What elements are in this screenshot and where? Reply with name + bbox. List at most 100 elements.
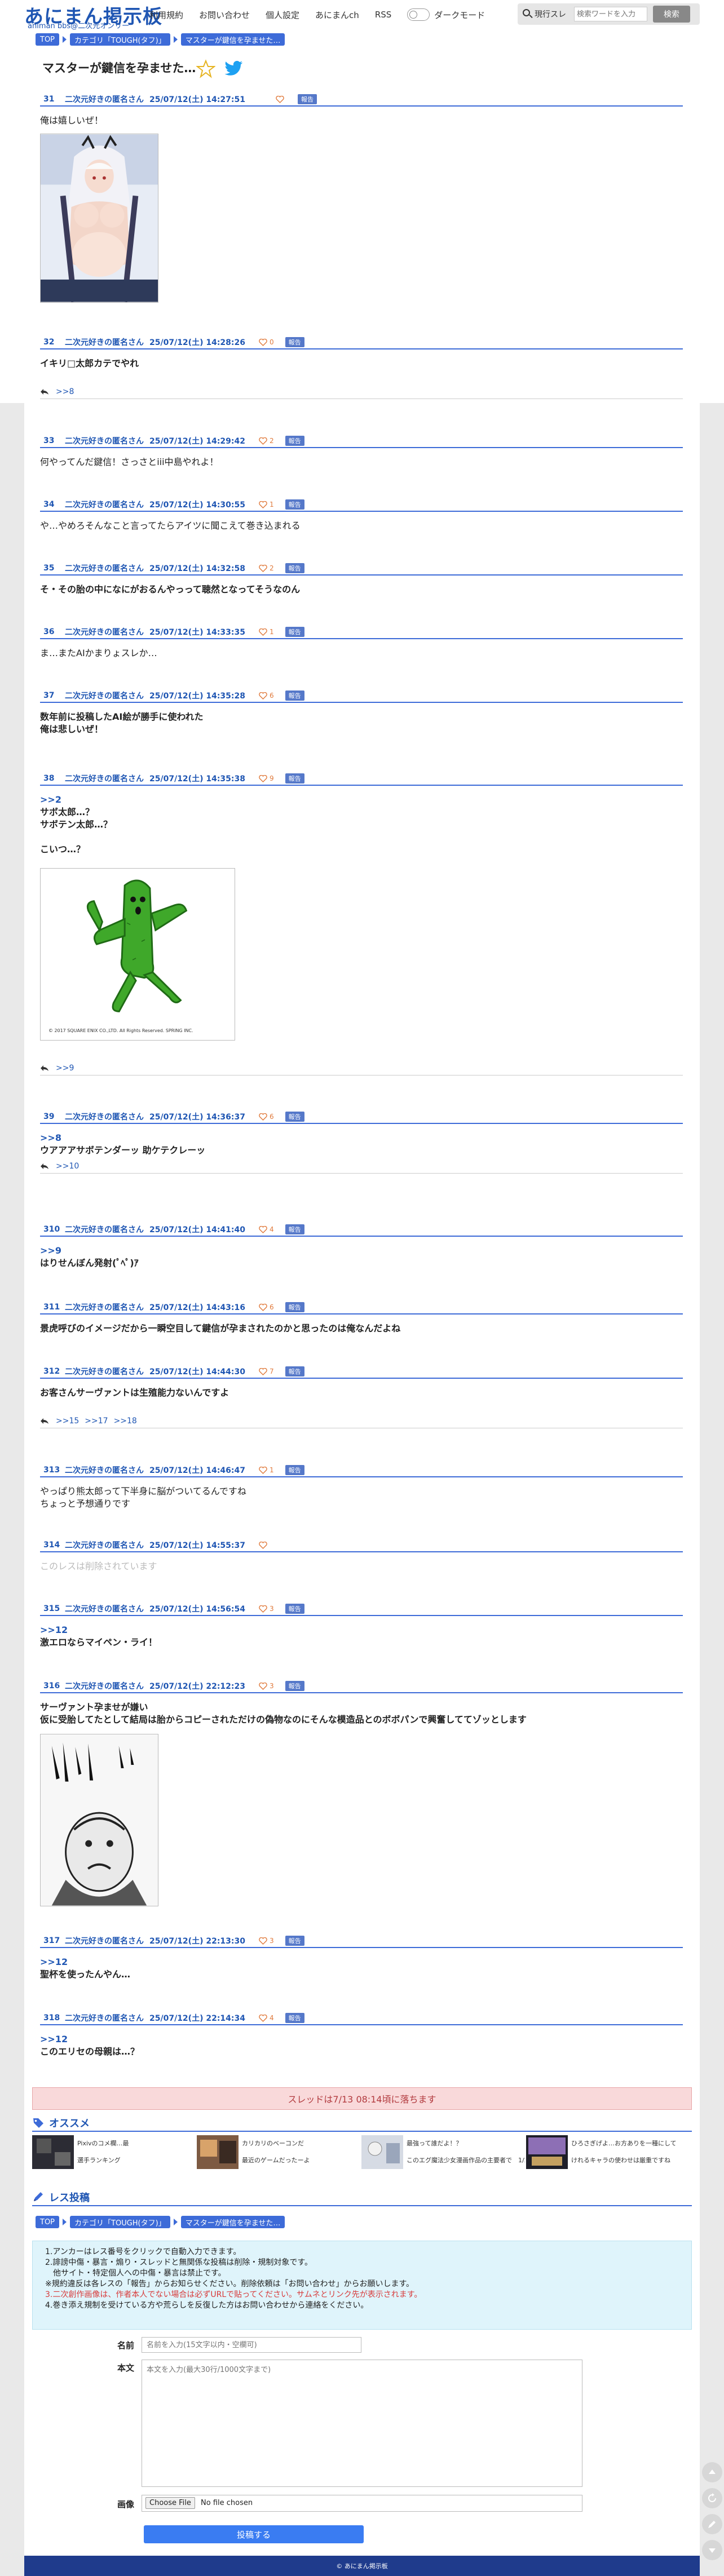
breadcrumb-category[interactable]: カテゴリ「TOUGH(タフ)」 (70, 33, 170, 46)
report-button[interactable]: 報告 (285, 2013, 304, 2023)
like-button[interactable]: 3 (259, 1682, 274, 1690)
breadcrumb-top[interactable]: TOP (36, 33, 60, 46)
reload-button[interactable] (702, 2488, 722, 2508)
post-number[interactable]: 316 (40, 1681, 65, 1690)
report-button[interactable]: 報告 (285, 563, 304, 573)
post-image[interactable] (40, 134, 158, 303)
search-input[interactable] (574, 7, 647, 21)
like-button[interactable]: 1 (259, 1466, 274, 1474)
recommend-item[interactable]: 最強って誰だよ！？ このエグ魔法少女漫画作品の主要者で 1/2 3話 (361, 2135, 526, 2169)
breadcrumb-top[interactable]: TOP (36, 2216, 60, 2228)
breadcrumb-thread[interactable]: マスターが鍵信を孕ませた… (180, 2216, 285, 2228)
report-button[interactable]: 報告 (285, 436, 304, 446)
breadcrumb-category[interactable]: カテゴリ「TOUGH(タフ)」 (70, 2216, 170, 2228)
post-number[interactable]: 32 (40, 338, 65, 347)
like-button[interactable]: 6 (259, 1113, 274, 1121)
post-number[interactable]: 317 (40, 1936, 65, 1945)
report-button[interactable]: 報告 (285, 1604, 304, 1614)
post-number[interactable]: 313 (40, 1466, 65, 1475)
report-button[interactable]: 報告 (285, 1112, 304, 1122)
post-number[interactable]: 311 (40, 1303, 65, 1312)
post-number[interactable]: 35 (40, 564, 65, 573)
report-button[interactable]: 報告 (285, 1465, 304, 1475)
scroll-top-button[interactable] (702, 2462, 722, 2482)
report-button[interactable]: 報告 (285, 627, 304, 637)
post-number[interactable]: 38 (40, 774, 65, 783)
reply-link[interactable]: >>9 (56, 1064, 74, 1073)
post-number[interactable]: 312 (40, 1367, 65, 1376)
recommend-item[interactable]: カリカリのベーコンだ 最近のゲームだったーよ (197, 2135, 361, 2169)
post-number[interactable]: 39 (40, 1112, 65, 1121)
search-scope-select[interactable]: 現行スレ (535, 8, 574, 20)
post-number[interactable]: 37 (40, 691, 65, 700)
like-button[interactable]: 2 (259, 564, 274, 572)
reply-link[interactable]: >>15 (56, 1417, 79, 1426)
like-button[interactable] (259, 1541, 270, 1549)
post-number[interactable]: 34 (40, 500, 65, 509)
like-button[interactable]: 0 (259, 338, 274, 346)
site-logo[interactable]: あにまん掲示板 animan bbs@二次元オンリー (24, 1, 162, 30)
dark-mode-toggle[interactable] (407, 8, 430, 21)
like-button[interactable]: 4 (259, 1225, 274, 1233)
like-button[interactable]: 1 (259, 501, 274, 508)
breadcrumb-thread[interactable]: マスターが鍵信を孕ませた… (180, 33, 285, 46)
anchor-link[interactable]: >>12 (40, 1956, 683, 1968)
like-button[interactable]: 3 (259, 1937, 274, 1945)
anchor-link[interactable]: >>12 (40, 2033, 683, 2046)
name-input[interactable] (142, 2337, 361, 2353)
reply-link[interactable]: >>18 (114, 1417, 137, 1426)
report-button[interactable]: 報告 (285, 337, 304, 347)
report-button[interactable]: 報告 (285, 691, 304, 701)
like-button[interactable]: 4 (259, 2014, 274, 2022)
post-number[interactable]: 310 (40, 1225, 65, 1234)
search-button[interactable]: 検索 (653, 6, 690, 23)
report-button[interactable]: 報告 (285, 1366, 304, 1376)
post-number[interactable]: 314 (40, 1541, 65, 1550)
post-number[interactable]: 36 (40, 627, 65, 636)
like-button[interactable]: 2 (259, 437, 274, 445)
report-button[interactable]: 報告 (285, 499, 304, 510)
report-button[interactable]: 報告 (285, 773, 304, 784)
report-button[interactable]: 報告 (285, 1302, 304, 1312)
report-button[interactable]: 報告 (298, 94, 317, 104)
choose-file-button[interactable]: Choose File (145, 2497, 195, 2509)
main-nav: 利用規約 お問い合わせ 個人設定 あにまんch RSS ダークモード (149, 8, 485, 21)
anchor-link[interactable]: >>12 (40, 1624, 683, 1636)
twitter-share-icon[interactable] (224, 60, 244, 77)
reply-link[interactable]: >>8 (56, 387, 74, 396)
post-image[interactable]: © 2017 SQUARE ENIX CO.,LTD. All Rights R… (40, 868, 235, 1041)
anchor-link[interactable]: >>8 (40, 1132, 683, 1144)
like-button[interactable]: 3 (259, 1605, 274, 1613)
report-button[interactable]: 報告 (285, 1681, 304, 1691)
recommend-item[interactable]: Pixivのコメ欄…最 選手ランキング (32, 2135, 197, 2169)
reply-link[interactable]: >>10 (56, 1162, 79, 1171)
image-file-input[interactable]: Choose File No file chosen (142, 2495, 582, 2512)
nav-terms[interactable]: 利用規約 (149, 9, 183, 21)
favorite-star-icon[interactable] (196, 59, 215, 78)
nav-rss[interactable]: RSS (375, 10, 391, 20)
reply-link[interactable]: >>17 (85, 1417, 108, 1426)
post-number[interactable]: 315 (40, 1604, 65, 1613)
recommend-item[interactable]: ひろさぎげよ…お方ありを一種にして けれるキャラの使わせは厳重ですね (526, 2135, 691, 2169)
anchor-link[interactable]: >>9 (40, 1245, 683, 1257)
report-button[interactable]: 報告 (285, 1224, 304, 1234)
like-button[interactable]: 6 (259, 1303, 274, 1311)
post-image[interactable] (40, 1734, 158, 1906)
like-button[interactable]: 9 (259, 774, 274, 782)
body-textarea[interactable] (142, 2360, 582, 2487)
like-button[interactable]: 6 (259, 692, 274, 700)
post-number[interactable]: 31 (40, 95, 65, 104)
like-button[interactable]: 7 (259, 1367, 274, 1375)
anchor-link[interactable]: >>2 (40, 794, 683, 806)
post-number[interactable]: 33 (40, 436, 65, 445)
write-button[interactable] (702, 2514, 722, 2534)
like-button[interactable]: 1 (259, 628, 274, 636)
report-button[interactable]: 報告 (285, 1936, 304, 1946)
scroll-bottom-button[interactable] (702, 2540, 722, 2560)
post-number[interactable]: 318 (40, 2013, 65, 2022)
nav-animanch[interactable]: あにまんch (315, 9, 359, 21)
like-button[interactable] (276, 95, 286, 103)
submit-button[interactable]: 投稿する (144, 2525, 364, 2543)
nav-contact[interactable]: お問い合わせ (199, 9, 250, 21)
nav-settings[interactable]: 個人設定 (266, 9, 299, 21)
